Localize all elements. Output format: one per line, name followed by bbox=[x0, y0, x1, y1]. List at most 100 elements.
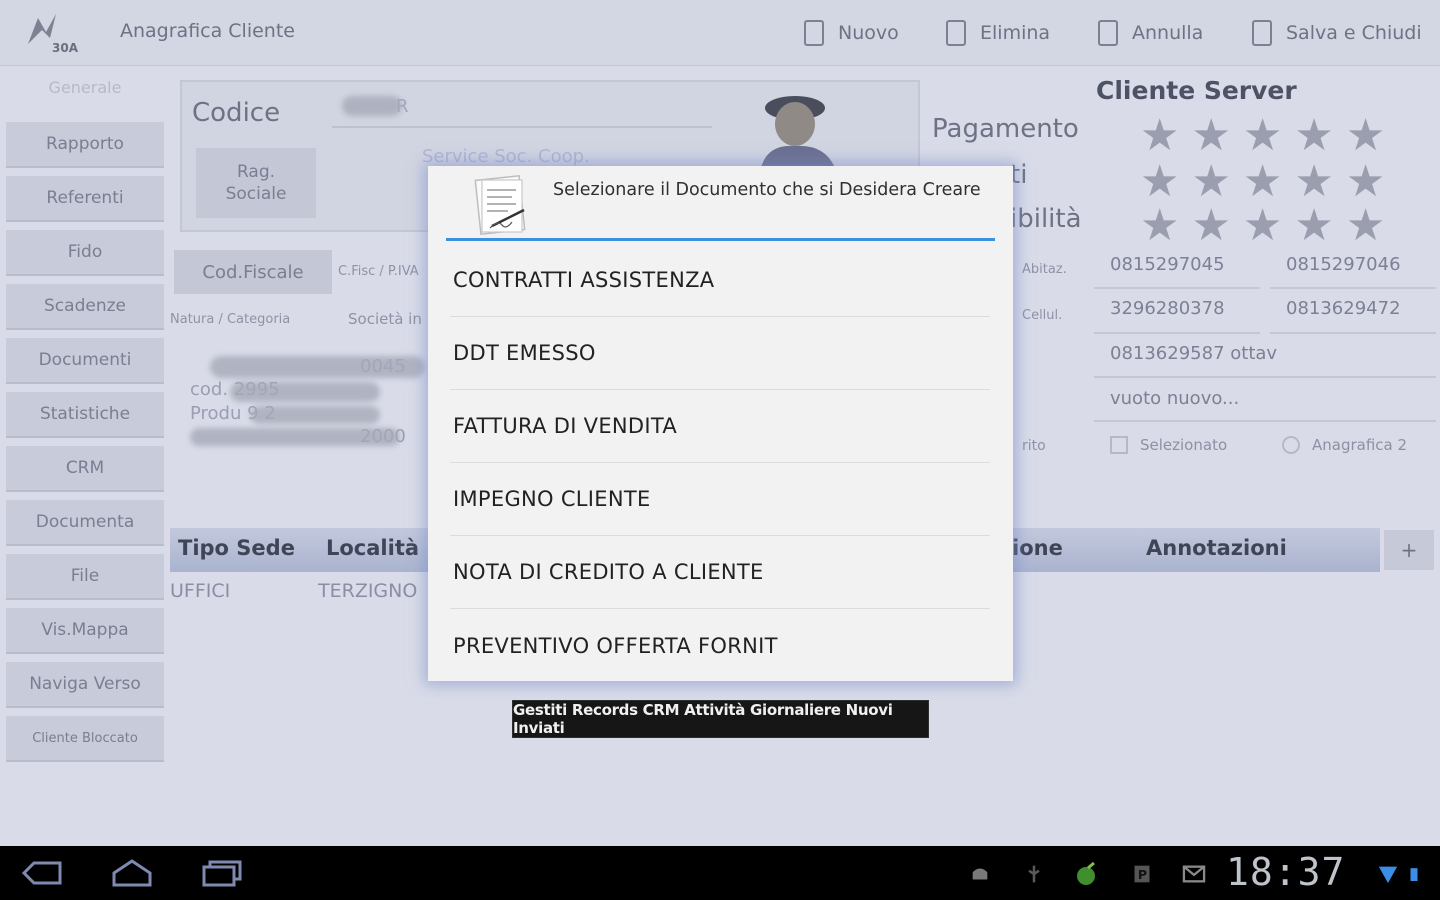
rating-stars-2[interactable]: ★ ★ ★ ★ ★ bbox=[1140, 160, 1385, 204]
underline bbox=[1094, 332, 1260, 334]
phone-mobile-1[interactable]: 3296280378 bbox=[1110, 298, 1225, 319]
redaction bbox=[250, 406, 380, 424]
star-icon[interactable]: ★ bbox=[1294, 114, 1333, 158]
phone-home-1[interactable]: 0815297045 bbox=[1110, 254, 1225, 275]
star-icon[interactable]: ★ bbox=[1346, 204, 1385, 248]
rag-sociale-value[interactable]: Service Soc. Coop. bbox=[422, 146, 590, 167]
new-button[interactable]: Nuovo bbox=[804, 18, 899, 48]
abitaz-label: Abitaz. bbox=[1022, 262, 1067, 277]
cancel-icon bbox=[1098, 20, 1118, 46]
star-icon[interactable]: ★ bbox=[1243, 204, 1282, 248]
star-icon[interactable]: ★ bbox=[1294, 160, 1333, 204]
android-icon bbox=[968, 862, 992, 886]
sidebar-item-crm[interactable]: CRM bbox=[6, 446, 164, 492]
col-annotazioni[interactable]: Annotazioni bbox=[1146, 536, 1287, 560]
rating-stars-3[interactable]: ★ ★ ★ ★ ★ bbox=[1140, 204, 1385, 248]
app-icon bbox=[1074, 862, 1098, 886]
redaction bbox=[342, 96, 402, 116]
phone-mobile-2[interactable]: 0813629472 bbox=[1286, 298, 1401, 319]
document-edit-icon bbox=[472, 170, 530, 238]
back-icon[interactable] bbox=[20, 858, 64, 888]
add-row-button[interactable]: + bbox=[1384, 530, 1434, 570]
checkbox-box[interactable] bbox=[1110, 436, 1128, 454]
selezionato-checkbox[interactable]: Selezionato bbox=[1110, 436, 1227, 454]
sidebar-item-documenti[interactable]: Documenti bbox=[6, 338, 164, 384]
star-icon[interactable]: ★ bbox=[1243, 114, 1282, 158]
star-icon[interactable]: ★ bbox=[1191, 114, 1230, 158]
sidebar: Generale Rapporto Referenti Fido Scadenz… bbox=[0, 70, 170, 764]
phone-home-2[interactable]: 0815297046 bbox=[1286, 254, 1401, 275]
new-label: Nuovo bbox=[838, 22, 899, 44]
sidebar-item-fido[interactable]: Fido bbox=[6, 230, 164, 276]
create-document-dialog: Selezionare il Documento che si Desidera… bbox=[428, 166, 1013, 681]
cell-localita[interactable]: TERZIGNO bbox=[318, 580, 417, 602]
cfisc-label: C.Fisc / P.IVA bbox=[338, 264, 419, 279]
doc-option-contratti-assistenza[interactable]: CONTRATTI ASSISTENZA bbox=[450, 244, 990, 317]
sidebar-item-file[interactable]: File bbox=[6, 554, 164, 600]
phone-empty[interactable]: vuoto nuovo... bbox=[1110, 388, 1239, 409]
selezionato-label: Selezionato bbox=[1140, 436, 1228, 454]
redaction bbox=[230, 382, 380, 402]
underline bbox=[1270, 287, 1436, 289]
wifi-icon bbox=[1376, 862, 1400, 886]
save-close-button[interactable]: Salva e Chiudi bbox=[1252, 18, 1422, 48]
clock: 18:37 bbox=[1226, 850, 1346, 894]
home-icon[interactable] bbox=[110, 858, 154, 888]
societa-label: Società in bbox=[348, 310, 422, 328]
sidebar-item-referenti[interactable]: Referenti bbox=[6, 176, 164, 222]
star-icon[interactable]: ★ bbox=[1294, 204, 1333, 248]
col-posizione[interactable]: ione bbox=[1012, 536, 1063, 560]
redaction bbox=[210, 356, 425, 378]
doc-option-fattura-vendita[interactable]: FATTURA DI VENDITA bbox=[450, 390, 990, 463]
col-tipo-sede[interactable]: Tipo Sede bbox=[178, 536, 295, 560]
rag-sociale-button[interactable]: Rag. Sociale bbox=[196, 148, 316, 218]
star-icon[interactable]: ★ bbox=[1191, 160, 1230, 204]
star-icon[interactable]: ★ bbox=[1243, 160, 1282, 204]
anagrafica2-checkbox[interactable]: Anagrafica 2 bbox=[1282, 436, 1407, 454]
redaction bbox=[190, 428, 400, 446]
star-icon[interactable]: ★ bbox=[1191, 204, 1230, 248]
cod-fiscale-button[interactable]: Cod.Fiscale bbox=[174, 250, 332, 294]
star-icon[interactable]: ★ bbox=[1140, 204, 1179, 248]
new-icon bbox=[804, 20, 824, 46]
rag-sociale-label: Rag. Sociale bbox=[225, 161, 287, 204]
sidebar-item-vis-mappa[interactable]: Vis.Mappa bbox=[6, 608, 164, 654]
checkbox-box[interactable] bbox=[1282, 436, 1300, 454]
avatar bbox=[747, 84, 847, 168]
sidebar-item-scadenze[interactable]: Scadenze bbox=[6, 284, 164, 330]
star-icon[interactable]: ★ bbox=[1346, 114, 1385, 158]
delete-icon bbox=[946, 20, 966, 46]
sidebar-item-cliente-bloccato[interactable]: Cliente Bloccato bbox=[6, 716, 164, 762]
doc-option-ddt-emesso[interactable]: DDT EMESSO bbox=[450, 317, 990, 390]
sidebar-item-statistiche[interactable]: Statistiche bbox=[6, 392, 164, 438]
col-localita[interactable]: Località bbox=[326, 536, 419, 560]
doc-option-impegno-cliente[interactable]: IMPEGNO CLIENTE bbox=[450, 463, 990, 536]
recent-apps-icon[interactable] bbox=[200, 858, 244, 888]
app-title: Anagrafica Cliente bbox=[120, 20, 295, 42]
natura-label: Natura / Categoria bbox=[170, 312, 291, 327]
sidebar-item-rapporto[interactable]: Rapporto bbox=[6, 122, 164, 168]
rito-label: rito bbox=[1022, 438, 1046, 454]
sidebar-item-documenta[interactable]: Documenta bbox=[6, 500, 164, 546]
sidebar-item-naviga-verso[interactable]: Naviga Verso bbox=[6, 662, 164, 708]
cancel-label: Annulla bbox=[1132, 22, 1204, 44]
star-icon[interactable]: ★ bbox=[1140, 160, 1179, 204]
svg-text:P: P bbox=[1138, 867, 1147, 882]
underline bbox=[1094, 420, 1436, 422]
star-icon[interactable]: ★ bbox=[1140, 114, 1179, 158]
delete-button[interactable]: Elimina bbox=[946, 18, 1050, 48]
cancel-button[interactable]: Annulla bbox=[1098, 18, 1203, 48]
anagrafica2-label: Anagrafica 2 bbox=[1312, 436, 1408, 454]
underline bbox=[1094, 287, 1260, 289]
star-icon[interactable]: ★ bbox=[1346, 160, 1385, 204]
dialog-title: Selezionare il Documento che si Desidera… bbox=[553, 180, 981, 200]
doc-option-preventivo[interactable]: PREVENTIVO OFFERTA FORNIT bbox=[450, 609, 990, 682]
cell-tipo-sede[interactable]: UFFICI bbox=[170, 580, 230, 602]
codice-underline bbox=[332, 126, 712, 128]
phone-extra[interactable]: 0813629587 ottav bbox=[1110, 343, 1277, 364]
doc-option-nota-credito[interactable]: NOTA DI CREDITO A CLIENTE bbox=[450, 536, 990, 609]
usb-icon bbox=[1022, 862, 1046, 886]
pagamento-label: Pagamento bbox=[932, 114, 1079, 144]
cliente-server-title: Cliente Server bbox=[1096, 76, 1297, 105]
rating-stars-1[interactable]: ★ ★ ★ ★ ★ bbox=[1140, 114, 1385, 158]
